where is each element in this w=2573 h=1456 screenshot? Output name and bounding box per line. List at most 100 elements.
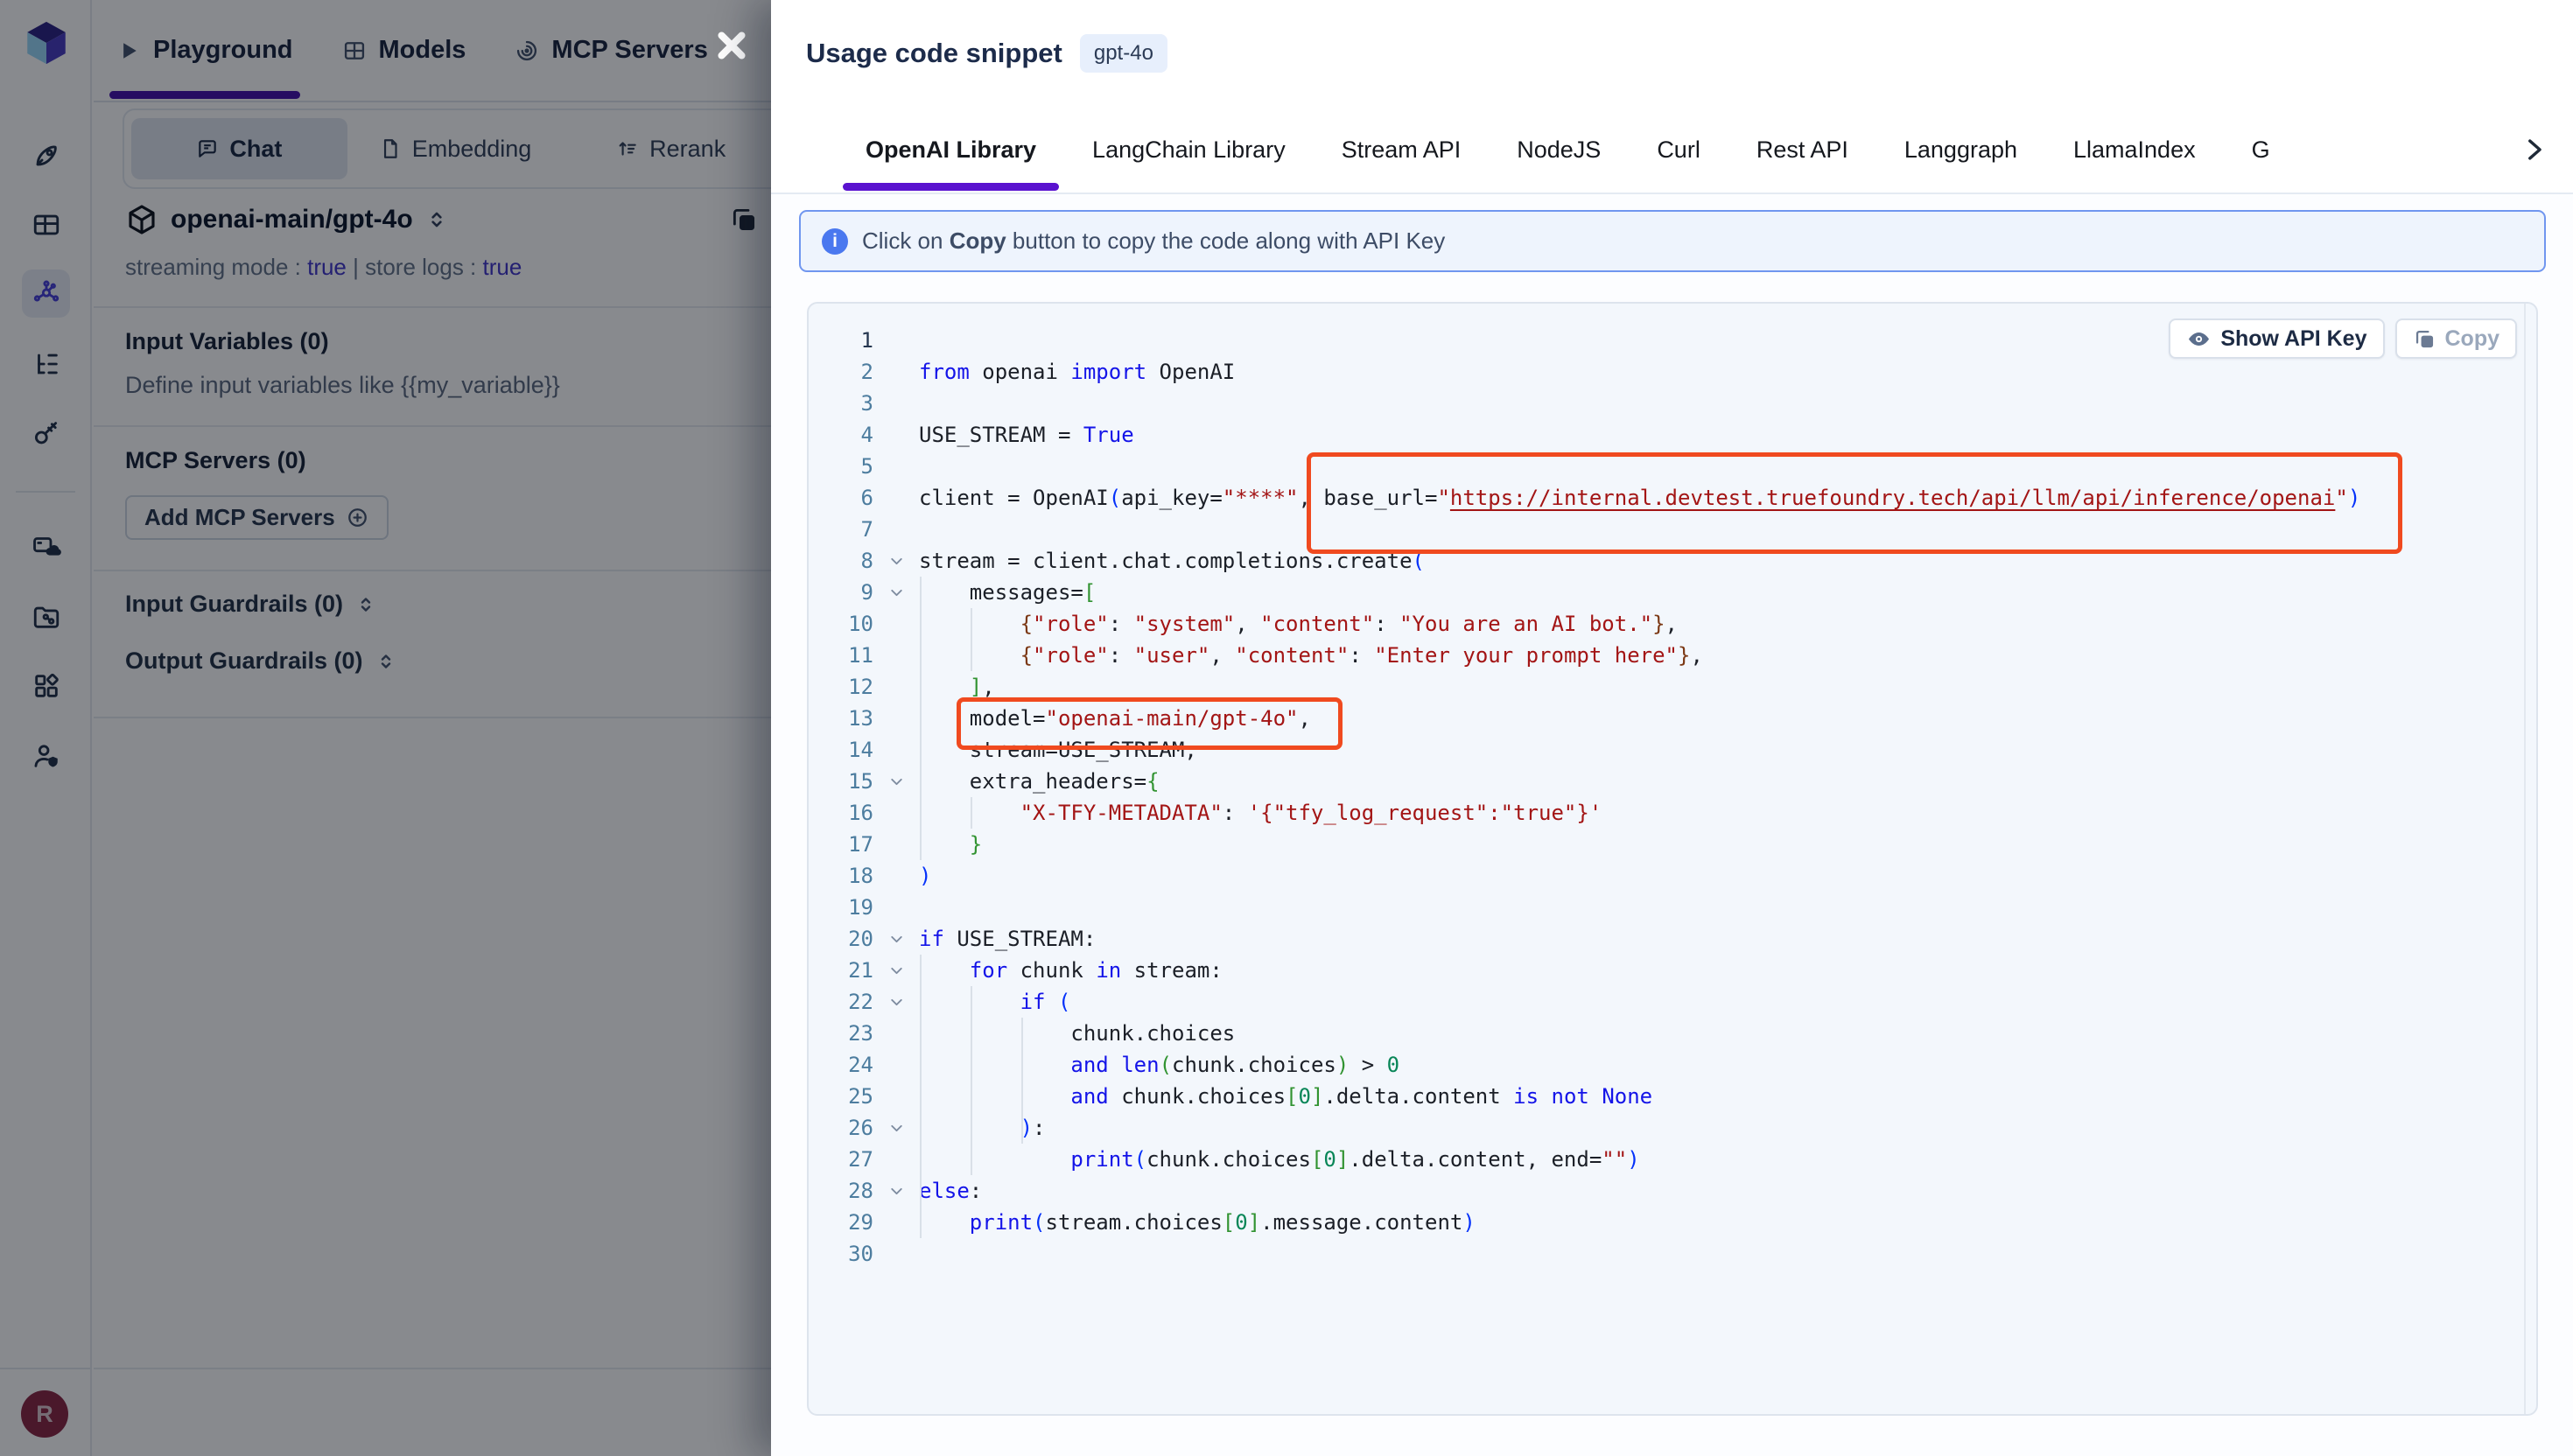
fold-gutter	[873, 325, 919, 356]
modal-body: i Click on Copy button to copy the code …	[771, 194, 2573, 1456]
code-line: 9 messages=[	[809, 577, 2536, 608]
code-line: 19	[809, 892, 2536, 923]
line-number: 21	[809, 955, 873, 986]
line-number: 17	[809, 829, 873, 860]
fold-chevron-icon[interactable]	[873, 1112, 919, 1144]
modal-tab-openai-library[interactable]: OpenAI Library	[866, 107, 1036, 192]
code-text: chunk.choices	[919, 1018, 1235, 1049]
copy-icon	[2413, 327, 2436, 351]
code-line: 12 ],	[809, 671, 2536, 703]
code-lines: 12from openai import OpenAI34USE_STREAM …	[809, 325, 2536, 1270]
modal-title: Usage code snippet	[806, 38, 1062, 69]
code-actions: Show API Key Copy	[2169, 318, 2517, 359]
fold-gutter	[873, 1081, 919, 1112]
fold-chevron-icon[interactable]	[873, 766, 919, 797]
info-icon: i	[822, 228, 848, 255]
fold-gutter	[873, 1238, 919, 1270]
modal-tab-langgraph[interactable]: Langgraph	[1904, 107, 2017, 192]
fold-chevron-icon[interactable]	[873, 986, 919, 1018]
code-text: {"role": "system", "content": "You are a…	[919, 608, 1678, 640]
code-line: 17 }	[809, 829, 2536, 860]
code-line: 23 chunk.choices	[809, 1018, 2536, 1049]
modal-tab-label: OpenAI Library	[866, 136, 1036, 164]
banner-text-pre: Click on	[862, 228, 950, 254]
fold-gutter	[873, 1144, 919, 1175]
code-text: from openai import OpenAI	[919, 356, 1235, 388]
fold-gutter	[873, 734, 919, 766]
fold-gutter	[873, 829, 919, 860]
line-number: 14	[809, 734, 873, 766]
code-line: 22 if (	[809, 986, 2536, 1018]
code-line: 8 stream = client.chat.completions.create…	[809, 545, 2536, 577]
code-line: 20if USE_STREAM:	[809, 923, 2536, 955]
line-number: 19	[809, 892, 873, 923]
code-line: 21 for chunk in stream:	[809, 955, 2536, 986]
line-number: 8	[809, 545, 873, 577]
line-number: 24	[809, 1049, 873, 1081]
code-line: 11 {"role": "user", "content": "Enter yo…	[809, 640, 2536, 671]
line-number: 26	[809, 1112, 873, 1144]
modal-tab-nodejs[interactable]: NodeJS	[1517, 107, 1601, 192]
copy-code-label: Copy	[2445, 326, 2500, 352]
fold-chevron-icon[interactable]	[873, 923, 919, 955]
code-text: if (	[919, 986, 1070, 1018]
fold-chevron-icon[interactable]	[873, 1175, 919, 1207]
code-line: 18)	[809, 860, 2536, 892]
fold-chevron-icon[interactable]	[873, 577, 919, 608]
close-modal-button[interactable]	[712, 25, 752, 66]
code-text: stream=USE_STREAM,	[919, 734, 1197, 766]
show-api-key-label: Show API Key	[2220, 326, 2366, 352]
code-text: stream = client.chat.completions.create(	[919, 545, 1425, 577]
code-text: print(stream.choices[0].message.content)	[919, 1207, 1476, 1238]
copy-info-banner: i Click on Copy button to copy the code …	[799, 210, 2546, 272]
code-line: 27 print(chunk.choices[0].delta.content,…	[809, 1144, 2536, 1175]
line-number: 13	[809, 703, 873, 734]
indent-guide	[920, 577, 922, 860]
modal-backdrop[interactable]	[0, 0, 771, 1456]
modal-tab-stream-api[interactable]: Stream API	[1342, 107, 1462, 192]
fold-chevron-icon[interactable]	[873, 545, 919, 577]
code-text: {"role": "user", "content": "Enter your …	[919, 640, 1703, 671]
line-number: 4	[809, 419, 873, 451]
line-number: 7	[809, 514, 873, 545]
modal-tab-rest-api[interactable]: Rest API	[1756, 107, 1848, 192]
tabs-scroll-right-button[interactable]	[2519, 135, 2548, 164]
line-number: 2	[809, 356, 873, 388]
line-number: 10	[809, 608, 873, 640]
banner-text-post: button to copy the code along with API K…	[1006, 228, 1446, 254]
fold-gutter	[873, 482, 919, 514]
fold-gutter	[873, 451, 919, 482]
code-line: 4USE_STREAM = True	[809, 419, 2536, 451]
modal-tab-langchain-library[interactable]: LangChain Library	[1092, 107, 1286, 192]
code-text: messages=[	[919, 577, 1096, 608]
modal-tab-label: LlamaIndex	[2073, 136, 2196, 164]
code-line: 16 "X-TFY-METADATA": '{"tfy_log_request"…	[809, 797, 2536, 829]
model-badge: gpt-4o	[1080, 34, 1167, 73]
modal-tab-g[interactable]: G	[2252, 107, 2270, 192]
line-number: 1	[809, 325, 873, 356]
modal-tab-llamaindex[interactable]: LlamaIndex	[2073, 107, 2196, 192]
code-text: client = OpenAI(api_key="****", base_url…	[919, 482, 2360, 514]
line-number: 16	[809, 797, 873, 829]
code-line: 14 stream=USE_STREAM,	[809, 734, 2536, 766]
fold-gutter	[873, 1049, 919, 1081]
code-line: 10 {"role": "system", "content": "You ar…	[809, 608, 2536, 640]
line-number: 5	[809, 451, 873, 482]
modal-tab-label: Curl	[1657, 136, 1700, 164]
modal-tab-curl[interactable]: Curl	[1657, 107, 1700, 192]
line-number: 29	[809, 1207, 873, 1238]
indent-guide	[920, 955, 922, 1238]
code-text: )	[919, 860, 931, 892]
copy-code-button[interactable]: Copy	[2395, 318, 2518, 359]
code-line: 6client = OpenAI(api_key="****", base_ur…	[809, 482, 2536, 514]
code-line: 2 from openai import OpenAI	[809, 356, 2536, 388]
close-icon	[712, 25, 752, 66]
line-number: 27	[809, 1144, 873, 1175]
code-line: 26 ):	[809, 1112, 2536, 1144]
fold-gutter	[873, 1018, 919, 1049]
fold-chevron-icon[interactable]	[873, 955, 919, 986]
show-api-key-button[interactable]: Show API Key	[2169, 318, 2384, 359]
line-number: 12	[809, 671, 873, 703]
modal-tab-label: Rest API	[1756, 136, 1848, 164]
code-text: and len(chunk.choices) > 0	[919, 1049, 1399, 1081]
